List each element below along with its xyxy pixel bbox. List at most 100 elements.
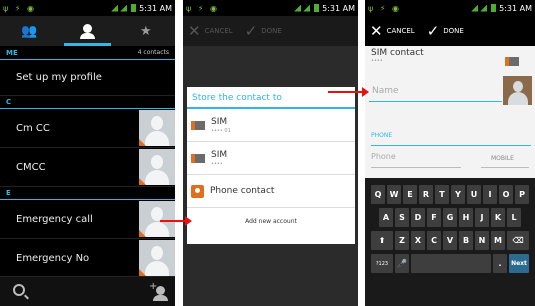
section-header-c: C — [0, 96, 175, 109]
tab-all-contacts[interactable] — [58, 16, 116, 46]
add-new-account-button[interactable]: Add new account — [187, 208, 355, 234]
key-z[interactable]: Z — [395, 231, 409, 250]
key-x[interactable]: X — [411, 231, 425, 250]
signal-icon — [294, 4, 302, 12]
symbols-key[interactable]: ?123 — [371, 254, 393, 273]
key-d[interactable]: D — [411, 208, 425, 227]
key-y[interactable]: Y — [451, 185, 465, 204]
star-icon: ★ — [139, 23, 152, 39]
soft-keyboard: QWERTYUIOP ASDFGHJKL ⬆ Z X C V B N M ⌫ ?123 🎤 .… — [365, 178, 535, 306]
phone-contact-icon — [191, 184, 204, 198]
search-icon[interactable] — [13, 284, 25, 296]
done-button[interactable]: DONE — [443, 27, 464, 35]
close-icon: ✕ — [370, 22, 383, 40]
key-q[interactable]: Q — [371, 185, 385, 204]
key-p[interactable]: P — [515, 185, 529, 204]
sim-card-icon — [191, 120, 205, 130]
period-key[interactable]: . — [493, 254, 507, 273]
backspace-key[interactable]: ⌫ — [507, 231, 529, 250]
tab-groups[interactable]: 👥 — [0, 16, 58, 46]
tab-favorites[interactable]: ★ — [117, 16, 175, 46]
contacts-screen: ψ ⚡ ◉ 5:31 AM 👥 ★ ME 4 contacts Set up my… — [0, 0, 175, 306]
key-a[interactable]: A — [379, 208, 393, 227]
setup-profile-item[interactable]: Set up my profile — [0, 60, 175, 96]
key-s[interactable]: S — [395, 208, 409, 227]
add-contact-icon[interactable]: + — [149, 281, 168, 302]
avatar — [139, 240, 175, 276]
key-t[interactable]: T — [435, 185, 449, 204]
keyboard-row: ASDFGHJKL — [367, 208, 533, 227]
avatar — [139, 149, 175, 185]
status-time: 5:31 AM — [139, 3, 172, 13]
contact-item[interactable]: Emergency No — [0, 239, 175, 278]
key-f[interactable]: F — [427, 208, 441, 227]
battery-icon — [131, 4, 137, 12]
key-b[interactable]: B — [459, 231, 473, 250]
keyboard-row: QWERTYUIOP — [367, 185, 533, 204]
contact-item[interactable]: CMCC — [0, 148, 175, 187]
key-n[interactable]: N — [475, 231, 489, 250]
key-m[interactable]: M — [491, 231, 505, 250]
sim-card-icon — [505, 57, 519, 66]
signal-icon — [120, 4, 128, 12]
key-e[interactable]: E — [403, 185, 417, 204]
signal-icon — [480, 4, 488, 12]
cancel-button[interactable]: CANCEL — [387, 27, 415, 35]
close-icon: ✕ — [188, 22, 201, 40]
cancel-button[interactable]: CANCEL — [205, 27, 233, 35]
status-time: 5:31 AM — [322, 3, 355, 13]
battery-icon — [491, 4, 497, 12]
status-bar: ψ ⚡ ◉ 5:31 AM — [365, 0, 535, 16]
shift-key[interactable]: ⬆ — [371, 231, 393, 250]
battery-icon — [314, 4, 320, 12]
space-key[interactable] — [411, 254, 491, 273]
phone-type-select[interactable]: MOBILE — [481, 148, 529, 168]
store-option-sim1[interactable]: SIM •••• 01 — [187, 109, 355, 142]
key-h[interactable]: H — [459, 208, 473, 227]
key-v[interactable]: V — [443, 231, 457, 250]
key-l[interactable]: L — [507, 208, 521, 227]
account-header: SIM contact •••• — [365, 46, 535, 76]
key-c[interactable]: C — [427, 231, 441, 250]
key-k[interactable]: K — [491, 208, 505, 227]
key-j[interactable]: J — [475, 208, 489, 227]
notification-icons: ψ ⚡ ◉ — [186, 3, 219, 13]
store-contact-screen: ψ ⚡ ◉ 5:31 AM ✕ CANCEL ✓ DONE Store the … — [183, 0, 358, 306]
store-option-sim2[interactable]: SIM •••• — [187, 142, 355, 175]
check-icon: ✓ — [244, 22, 258, 40]
section-header-e: E — [0, 187, 175, 200]
signal-icon — [471, 4, 479, 12]
key-r[interactable]: R — [419, 185, 433, 204]
avatar — [139, 201, 175, 237]
mic-icon[interactable]: 🎤 — [395, 254, 409, 273]
signal-icon — [111, 4, 119, 12]
status-bar: ψ ⚡ ◉ 5:31 AM — [183, 0, 358, 16]
status-time: 5:31 AM — [499, 3, 532, 13]
flow-arrow — [328, 87, 369, 97]
contact-item[interactable]: Emergency call — [0, 200, 175, 239]
next-key[interactable]: Next — [509, 254, 529, 273]
notification-icons: ψ ⚡ ◉ — [3, 3, 36, 13]
contact-item[interactable]: Cm CC — [0, 109, 175, 148]
key-o[interactable]: O — [499, 185, 513, 204]
contact-count: 4 contacts — [137, 49, 169, 56]
avatar — [139, 110, 175, 146]
phone-field[interactable]: Phone — [371, 148, 461, 168]
name-field[interactable]: Name — [369, 78, 502, 102]
key-g[interactable]: G — [443, 208, 457, 227]
keyboard-row: ?123 🎤 . Next — [367, 254, 533, 273]
bottom-action-bar: + — [0, 276, 175, 306]
phone-section-header: PHONE — [371, 132, 531, 146]
key-w[interactable]: W — [387, 185, 401, 204]
key-u[interactable]: U — [467, 185, 481, 204]
key-i[interactable]: I — [483, 185, 497, 204]
groups-icon: 👥 — [21, 23, 38, 39]
store-contact-dialog: Store the contact to SIM •••• 01 SIM •••• … — [187, 87, 355, 244]
notification-icons: ψ ⚡ ◉ — [368, 3, 401, 13]
contact-photo[interactable] — [503, 76, 532, 105]
store-option-phone[interactable]: Phone contact — [187, 175, 355, 208]
done-button[interactable]: DONE — [261, 27, 282, 35]
new-contact-screen: ψ ⚡ ◉ 5:31 AM ✕ CANCEL ✓ DONE SIM contac… — [365, 0, 535, 306]
person-icon — [79, 23, 95, 39]
sim-card-icon — [191, 153, 205, 163]
